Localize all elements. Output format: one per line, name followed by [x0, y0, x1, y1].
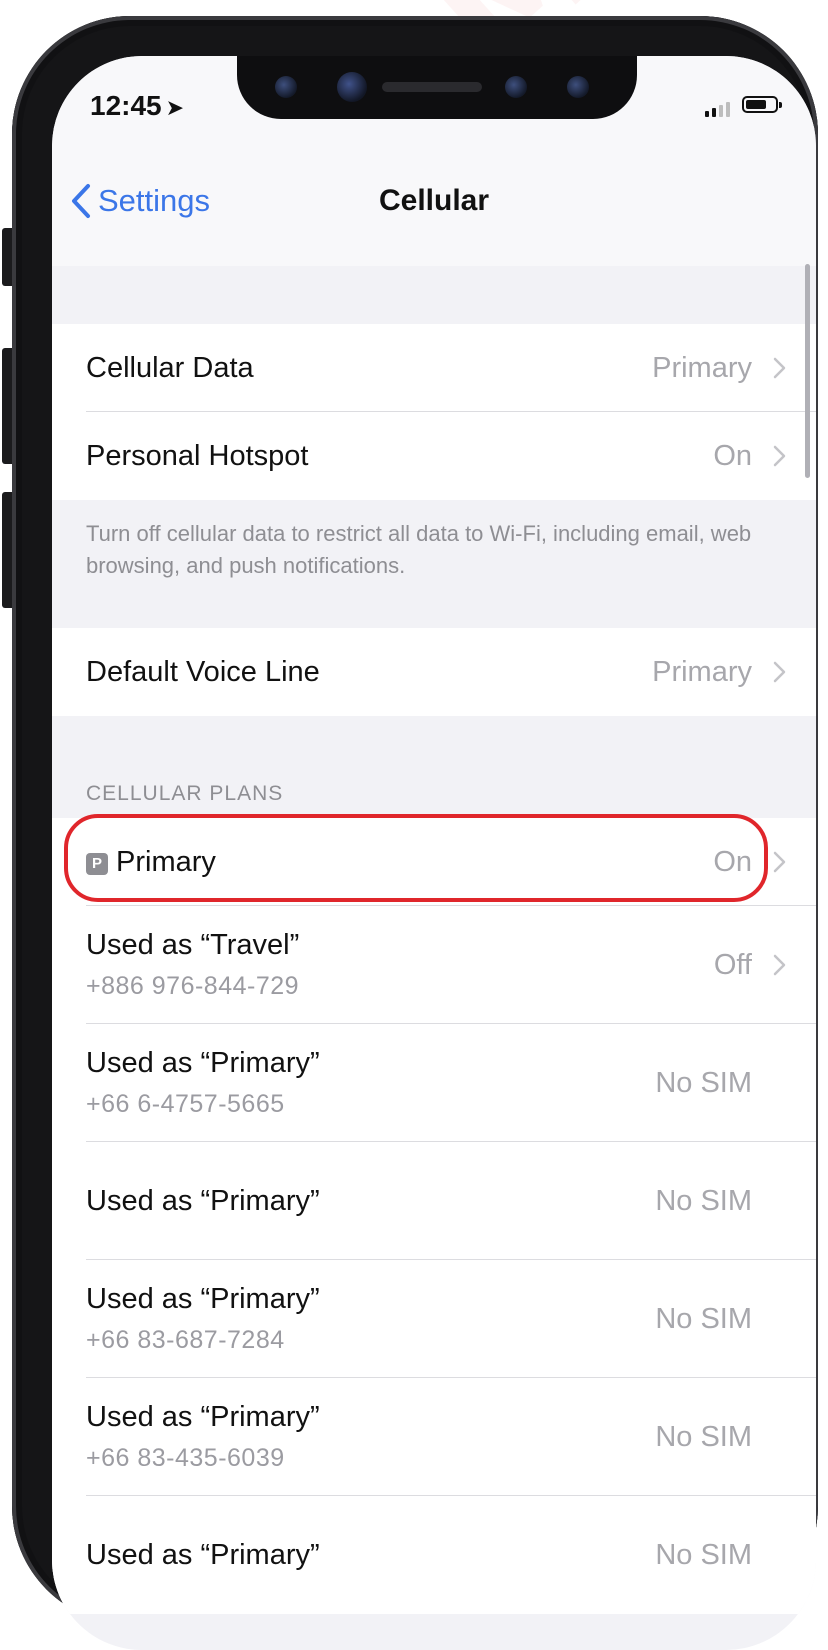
- status-time: 12:45 ➤: [90, 90, 184, 122]
- row-value: No SIM: [655, 1184, 752, 1217]
- row-value: No SIM: [655, 1066, 752, 1099]
- chevron-right-icon: [773, 851, 786, 873]
- row-value: No SIM: [655, 1302, 752, 1335]
- settings-list: Cellular Data Primary Personal Hotspot O…: [52, 266, 816, 1614]
- row-label: Personal Hotspot: [86, 439, 309, 472]
- plan-row: Used as “Primary” No SIM: [52, 1142, 816, 1260]
- chevron-right-icon: [773, 357, 786, 379]
- voice-group: Default Voice Line Primary: [52, 628, 816, 716]
- battery-icon: [742, 96, 782, 113]
- plan-row: Used as “Primary” +66 6-4757-5665 No SIM: [52, 1024, 816, 1142]
- row-label: Used as “Travel”: [86, 929, 300, 961]
- chevron-right-icon: [773, 661, 786, 683]
- row-value: No SIM: [655, 1538, 752, 1571]
- screen: 12:45 ➤ Settings Cellular Cellular Data P…: [52, 56, 816, 1650]
- row-label: Default Voice Line: [86, 655, 320, 688]
- phone-number: +66 83-435-6039: [86, 1444, 285, 1472]
- signal-strength-icon: [705, 102, 730, 117]
- row-value: No SIM: [655, 1420, 752, 1453]
- sensor-icon: [567, 76, 589, 98]
- plan-row-primary[interactable]: P Primary On: [52, 818, 816, 906]
- chevron-right-icon: [773, 954, 786, 976]
- row-label: Used as “Primary”: [86, 1047, 320, 1079]
- cellular-plans-header: CELLULAR PLANS: [52, 716, 816, 818]
- row-label: Used as “Primary”: [86, 1401, 320, 1433]
- cellular-plans-group: P Primary On Used as “Travel” +886 976-84…: [52, 818, 816, 1614]
- phone-number: +66 6-4757-5665: [86, 1090, 285, 1118]
- row-value: Off: [713, 948, 752, 981]
- cellular-data-footer: Turn off cellular data to restrict all d…: [86, 521, 752, 578]
- plan-row: Used as “Primary” No SIM: [52, 1496, 816, 1614]
- section-footer: Turn off cellular data to restrict all d…: [52, 500, 816, 598]
- time-label: 12:45: [90, 90, 162, 121]
- plan-row-travel[interactable]: Used as “Travel” +886 976-844-729 Off: [52, 906, 816, 1024]
- row-value: On: [713, 439, 752, 472]
- location-arrow-icon: ➤: [165, 95, 185, 120]
- notch: [237, 56, 637, 119]
- personal-hotspot-row[interactable]: Personal Hotspot On: [52, 412, 816, 500]
- row-value: Primary: [652, 351, 752, 384]
- row-label: Used as “Primary”: [86, 1184, 320, 1217]
- navigation-bar: Settings Cellular: [52, 156, 816, 267]
- row-label: Used as “Primary”: [86, 1538, 320, 1571]
- row-value: On: [713, 845, 752, 878]
- row-label: Primary: [116, 845, 216, 878]
- phone-frame: 12:45 ➤ Settings Cellular Cellular Data P…: [12, 16, 818, 1650]
- front-camera-icon: [337, 72, 367, 102]
- sensor-icon: [275, 76, 297, 98]
- plan-row: Used as “Primary” +66 83-435-6039 No SIM: [52, 1378, 816, 1496]
- scrollbar[interactable]: [805, 264, 810, 478]
- phone-number: +886 976-844-729: [86, 972, 300, 1000]
- cellular-group: Cellular Data Primary Personal Hotspot O…: [52, 324, 816, 500]
- row-label: Cellular Data: [86, 351, 254, 384]
- sensor-icon: [505, 76, 527, 98]
- section-gap: [52, 266, 816, 324]
- row-label: Used as “Primary”: [86, 1283, 320, 1315]
- speaker-grille: [382, 82, 482, 92]
- page-title: Cellular: [378, 184, 490, 217]
- phone-number: +66 83-687-7284: [86, 1326, 285, 1354]
- default-voice-line-row[interactable]: Default Voice Line Primary: [52, 628, 816, 716]
- row-value: Primary: [652, 655, 752, 688]
- chevron-right-icon: [773, 445, 786, 467]
- section-gap: [52, 598, 816, 628]
- cellular-data-row[interactable]: Cellular Data Primary: [52, 324, 816, 412]
- sim-badge-icon: P: [86, 852, 108, 875]
- plan-row: Used as “Primary” +66 83-687-7284 No SIM: [52, 1260, 816, 1378]
